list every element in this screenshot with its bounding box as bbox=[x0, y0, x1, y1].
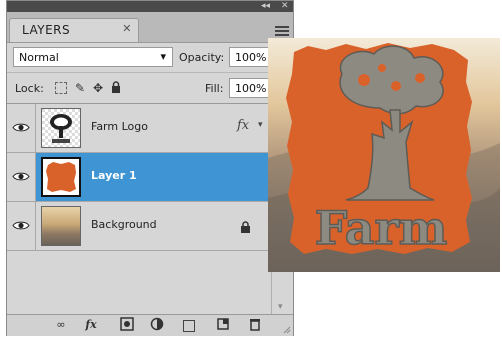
delete-layer-icon[interactable] bbox=[247, 317, 263, 333]
blend-row: Normal ▾ Opacity: 100% ▸ bbox=[7, 42, 293, 73]
eye-icon bbox=[12, 172, 30, 181]
layer-name[interactable]: Layer 1 bbox=[91, 169, 137, 182]
panel-dock-bar: ◂◂ ✕ bbox=[7, 1, 293, 12]
lock-all-icon[interactable] bbox=[109, 81, 123, 95]
layer-row-farm-logo[interactable]: Farm Logo fx ▾ bbox=[7, 104, 271, 153]
new-layer-icon[interactable] bbox=[215, 317, 231, 333]
lock-label: Lock: bbox=[15, 82, 44, 95]
layer-lock-icon bbox=[240, 218, 251, 237]
adjustment-layer-icon[interactable] bbox=[149, 317, 165, 333]
layer-name[interactable]: Farm Logo bbox=[91, 120, 148, 133]
link-layers-icon[interactable]: ∞ bbox=[53, 317, 69, 333]
panel-tab-row: LAYERS ✕ bbox=[7, 12, 293, 43]
fill-field[interactable]: 100% bbox=[229, 78, 269, 98]
lock-row: Lock: ✎ ✥ Fill: 100% ▸ bbox=[7, 73, 293, 104]
resize-grip-icon[interactable] bbox=[283, 326, 291, 334]
visibility-toggle[interactable] bbox=[7, 104, 36, 152]
chevron-down-icon: ▾ bbox=[160, 50, 166, 63]
visibility-toggle[interactable] bbox=[7, 153, 36, 201]
lock-position-icon[interactable]: ✥ bbox=[91, 81, 105, 95]
close-panel-icon[interactable]: ✕ bbox=[281, 1, 289, 12]
lock-transparent-icon[interactable] bbox=[55, 82, 67, 94]
fill-label: Fill: bbox=[205, 82, 224, 95]
add-mask-icon[interactable] bbox=[119, 317, 135, 333]
layer-name[interactable]: Background bbox=[91, 218, 157, 231]
layers-list: Farm Logo fx ▾ Layer 1 Background bbox=[7, 104, 293, 296]
eye-icon bbox=[12, 123, 30, 132]
document-canvas[interactable]: Farm bbox=[268, 38, 500, 272]
layer-row-layer-1[interactable]: Layer 1 bbox=[7, 153, 271, 202]
panel-menu-icon[interactable] bbox=[275, 26, 289, 36]
opacity-field[interactable]: 100% bbox=[229, 47, 269, 67]
tab-close-icon[interactable]: ✕ bbox=[122, 22, 132, 35]
scroll-down-icon[interactable]: ▾ bbox=[278, 302, 283, 312]
layer-row-background[interactable]: Background bbox=[7, 202, 271, 251]
eye-icon bbox=[12, 221, 30, 230]
canvas-farm-text: Farm bbox=[315, 201, 448, 255]
add-style-icon[interactable]: fx bbox=[83, 317, 99, 333]
visibility-toggle[interactable] bbox=[7, 202, 36, 250]
layers-panel: ◂◂ ✕ LAYERS ✕ Normal ▾ Opacity: 100% ▸ L… bbox=[6, 0, 294, 336]
fx-icon[interactable]: fx bbox=[237, 118, 249, 133]
new-group-icon[interactable] bbox=[183, 320, 195, 332]
layer-thumbnail bbox=[41, 108, 81, 148]
blend-mode-select[interactable]: Normal ▾ bbox=[13, 47, 173, 67]
layer-thumbnail bbox=[41, 157, 81, 197]
layer-thumbnail bbox=[41, 206, 81, 246]
opacity-label: Opacity: bbox=[179, 51, 225, 64]
tab-layers[interactable]: LAYERS ✕ bbox=[9, 18, 139, 42]
panel-footer: ∞ fx bbox=[7, 314, 293, 336]
tab-layers-label: LAYERS bbox=[22, 23, 71, 37]
collapse-icon[interactable]: ◂◂ bbox=[261, 1, 270, 12]
chevron-down-icon[interactable]: ▾ bbox=[258, 120, 263, 130]
lock-image-icon[interactable]: ✎ bbox=[73, 81, 87, 95]
blend-mode-value: Normal bbox=[19, 51, 59, 64]
